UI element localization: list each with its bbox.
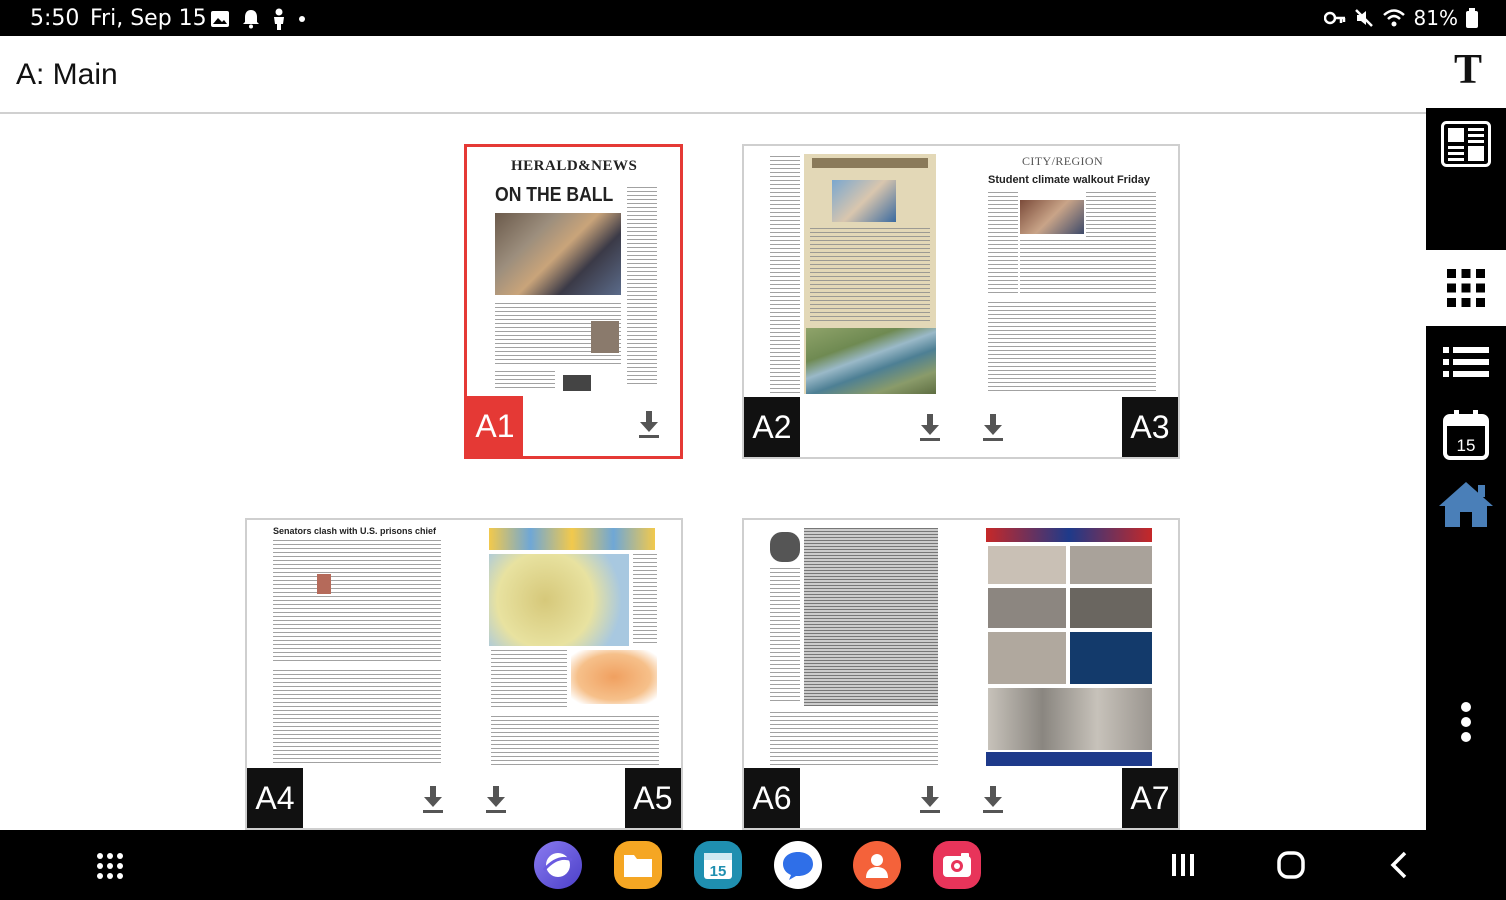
status-icons-left <box>210 8 306 30</box>
notification-bell-icon <box>243 10 259 29</box>
calendar-button[interactable]: 15 <box>1426 404 1506 466</box>
calendar-app-icon[interactable]: 15 <box>694 841 742 889</box>
page-spread-a2-a3[interactable]: CITY/REGION Student climate walkout Frid… <box>742 144 1180 459</box>
app-drawer-icon[interactable] <box>96 852 124 880</box>
dot-icon <box>299 16 305 22</box>
page-a2-image <box>766 152 942 398</box>
page-a6-image <box>766 524 942 770</box>
section-title: A: Main <box>16 58 118 91</box>
internet-app-icon[interactable] <box>534 841 582 889</box>
list-view-icon <box>1443 347 1489 377</box>
download-icon[interactable] <box>484 786 508 814</box>
page-label-a5: A5 <box>625 768 681 828</box>
grid-view-button[interactable] <box>1426 250 1506 326</box>
more-options-button[interactable] <box>1426 694 1506 750</box>
page-a5-image <box>487 524 663 770</box>
navigation-bar: 15 <box>0 830 1506 900</box>
download-icon[interactable] <box>421 786 445 814</box>
calendar-icon: 15 <box>1443 410 1489 460</box>
view-rail: 15 <box>1426 108 1506 830</box>
download-icon[interactable] <box>981 786 1005 814</box>
home-icon <box>1439 482 1493 527</box>
page-a4-headline: Senators clash with U.S. prisons chief <box>273 526 437 536</box>
mute-icon <box>1354 9 1373 27</box>
gallery-icon <box>211 11 229 27</box>
status-date: Fri, Sep 15 <box>90 6 207 31</box>
download-icon[interactable] <box>918 786 942 814</box>
camera-app-icon[interactable] <box>933 841 981 889</box>
page-a1-masthead: HERALD&NEWS <box>511 158 638 174</box>
page-label-a3: A3 <box>1122 397 1178 457</box>
download-icon[interactable] <box>981 414 1005 442</box>
app-header: A: Main <box>0 36 1426 114</box>
page-label-a7: A7 <box>1122 768 1178 828</box>
page-a3-headline: Student climate walkout Friday <box>988 174 1150 186</box>
home-nav-icon[interactable] <box>1276 850 1306 880</box>
recents-icon[interactable] <box>1170 852 1196 878</box>
status-icons-right: 81% <box>1323 6 1478 30</box>
page-a7-image <box>984 524 1160 770</box>
page-grid: HERALD&NEWS ON THE BALL A1 CITY/REGION S… <box>0 116 1426 830</box>
contacts-app-icon[interactable] <box>853 841 901 889</box>
my-files-app-icon[interactable] <box>614 841 662 889</box>
page-label-a6: A6 <box>744 768 800 828</box>
page-label-a2: A2 <box>744 397 800 457</box>
page-a3-masthead: CITY/REGION <box>1022 154 1104 168</box>
page-a3-image: CITY/REGION Student climate walkout Frid… <box>984 152 1160 398</box>
page-spread-a4-a5[interactable]: Senators clash with U.S. prisons chief A… <box>245 518 683 830</box>
download-icon[interactable] <box>637 411 661 439</box>
more-options-icon <box>1461 702 1471 742</box>
list-view-button[interactable] <box>1426 332 1506 392</box>
battery-icon <box>1466 8 1478 28</box>
font-size-button[interactable]: T <box>1452 49 1484 91</box>
battery-level: 81% <box>1413 6 1458 30</box>
page-label-a1: A1 <box>467 396 523 456</box>
calendar-day-text: 15 <box>1457 436 1476 455</box>
page-thumbnail-a1[interactable]: HERALD&NEWS ON THE BALL A1 <box>464 144 683 459</box>
key-icon <box>1323 11 1345 25</box>
page-view-icon <box>1441 121 1491 167</box>
page-a1-photo <box>495 213 621 295</box>
page-label-a4: A4 <box>247 768 303 828</box>
status-time: 5:50 <box>30 6 80 31</box>
home-button[interactable] <box>1426 474 1506 534</box>
page-a1-image: HERALD&NEWS ON THE BALL <box>487 153 662 393</box>
messages-app-icon[interactable] <box>774 841 822 889</box>
page-a1-headline: ON THE BALL <box>495 184 614 206</box>
calendar-app-day: 15 <box>710 863 727 880</box>
person-icon <box>274 8 284 30</box>
wifi-icon <box>1382 9 1405 27</box>
page-view-button[interactable] <box>1426 108 1506 180</box>
grid-view-icon <box>1447 269 1485 307</box>
page-a4-image: Senators clash with U.S. prisons chief <box>269 524 445 770</box>
download-icon[interactable] <box>918 414 942 442</box>
back-icon[interactable] <box>1388 850 1410 880</box>
status-bar: 5:50 Fri, Sep 15 81% <box>0 0 1506 36</box>
page-spread-a6-a7[interactable]: A6 A7 <box>742 518 1180 830</box>
